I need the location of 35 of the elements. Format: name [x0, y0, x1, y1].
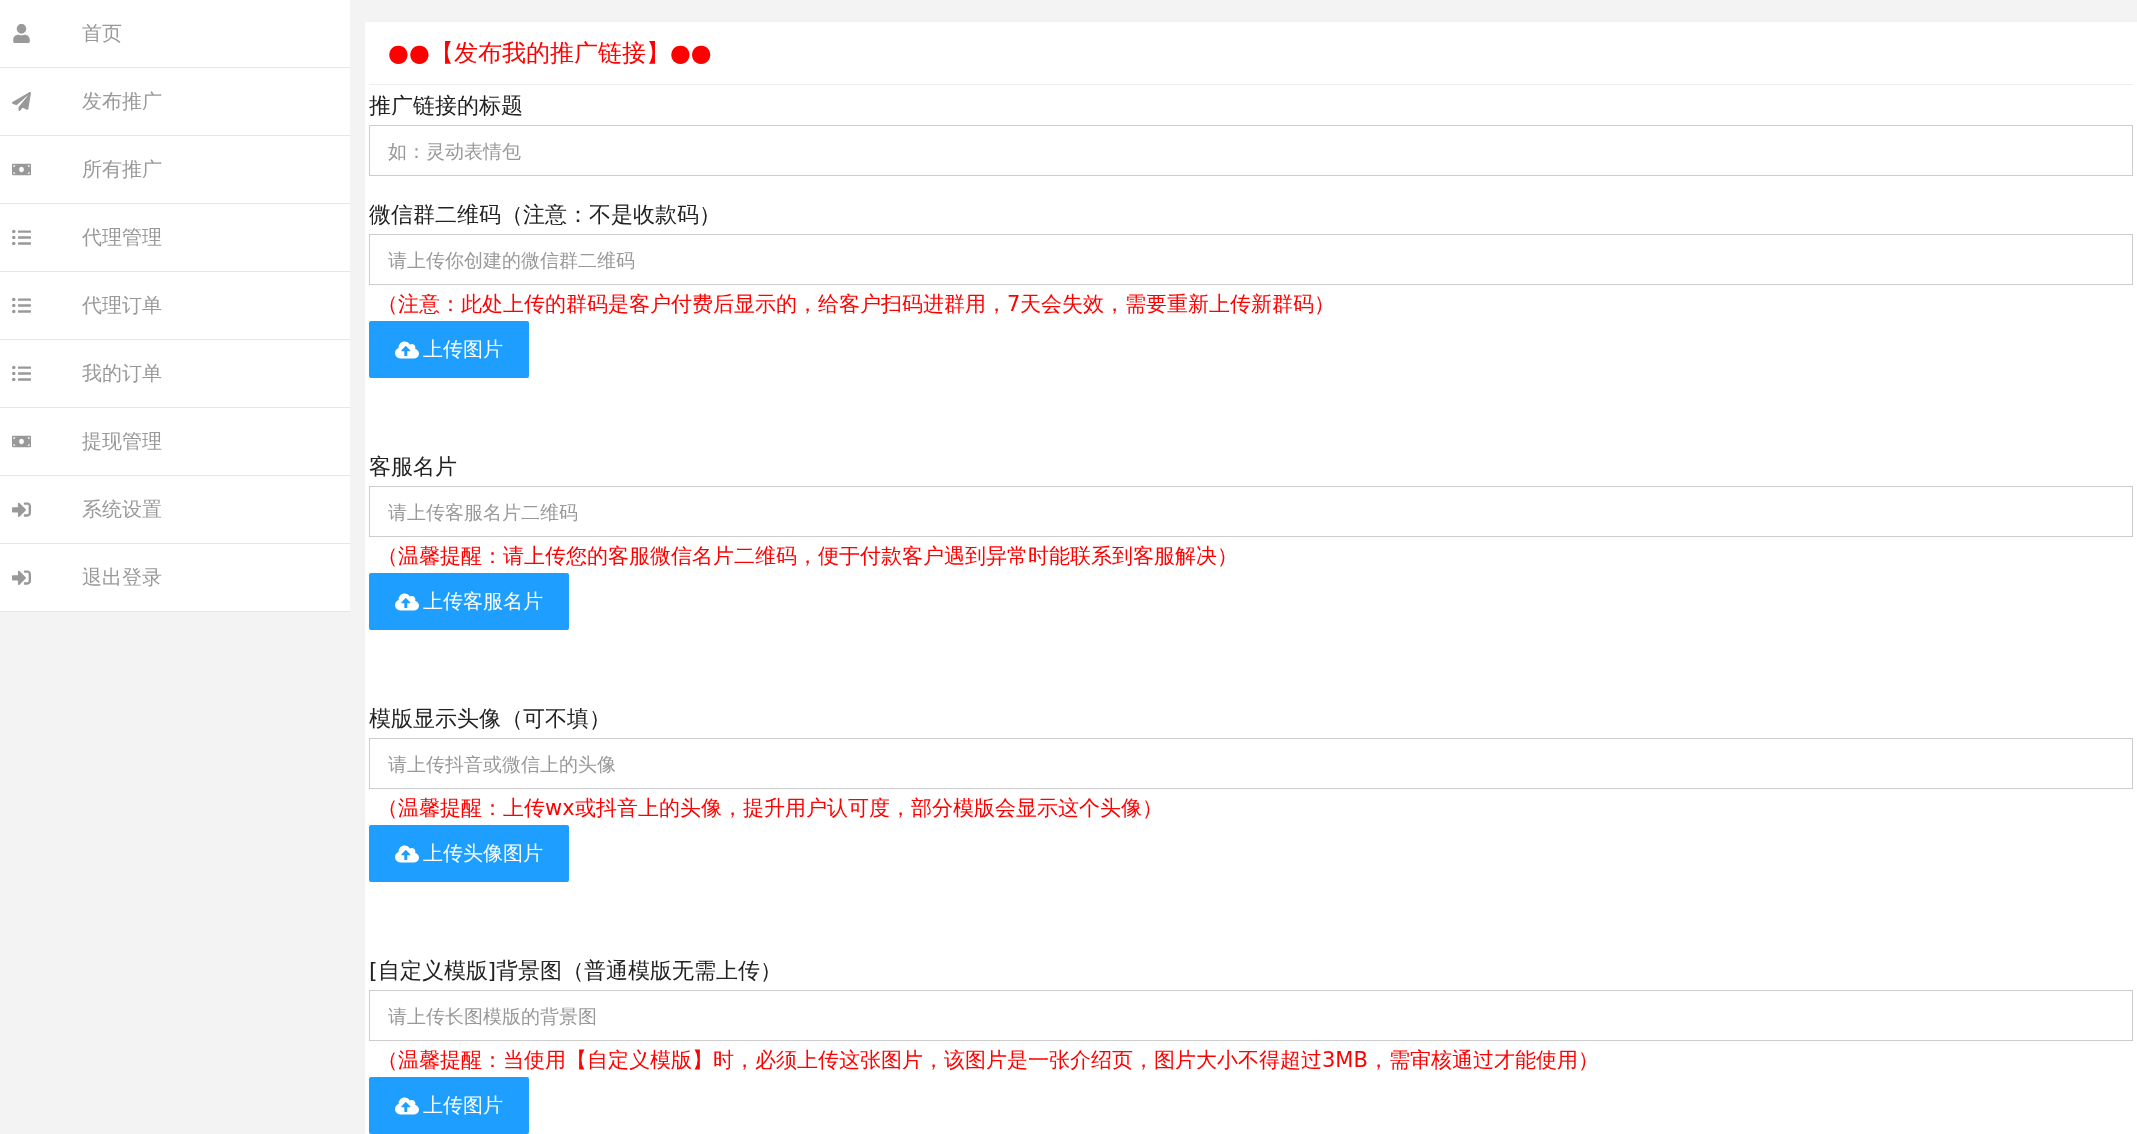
list-icon [12, 364, 31, 383]
field-label: [自定义模版]背景图（普通模版无需上传） [369, 957, 783, 985]
paper-plane-icon [12, 92, 31, 111]
field-label: 微信群二维码（注意：不是收款码） [369, 201, 721, 229]
input-field[interactable]: 如：灵动表情包 [369, 125, 2133, 176]
sidebar-item[interactable]: 我的订单 [0, 340, 350, 408]
sign-in-icon [12, 568, 31, 587]
sidebar-item[interactable]: 代理订单 [0, 272, 350, 340]
sign-in-icon [12, 500, 31, 519]
sidebar-item[interactable]: 首页 [0, 0, 350, 68]
sidebar-item[interactable]: 发布推广 [0, 68, 350, 136]
sidebar-item[interactable]: 提现管理 [0, 408, 350, 476]
warning-note: （温馨提醒：请上传您的客服微信名片二维码，便于付款客户遇到异常时能联系到客服解决） [377, 543, 1238, 570]
upload-button[interactable]: 上传图片 [369, 1077, 529, 1134]
upload-button[interactable]: 上传客服名片 [369, 573, 569, 630]
warning-note: （温馨提醒：当使用【自定义模版】时，必须上传这张图片，该图片是一张介绍页，图片大小不得超过3MB，需审核通过才能使用） [377, 1047, 1599, 1074]
sidebar-item[interactable]: 退出登录 [0, 544, 350, 612]
upload-button[interactable]: 上传图片 [369, 321, 529, 378]
input-field[interactable]: 请上传客服名片二维码 [369, 486, 2133, 537]
sidebar-item[interactable]: 所有推广 [0, 136, 350, 204]
input-field[interactable]: 请上传你创建的微信群二维码 [369, 234, 2133, 285]
warning-note: （温馨提醒：上传wx或抖音上的头像，提升用户认可度，部分模版会显示这个头像） [377, 795, 1163, 822]
user-icon [12, 24, 31, 43]
list-icon [12, 228, 31, 247]
list-icon [12, 296, 31, 315]
field-label: 模版显示头像（可不填） [369, 705, 611, 733]
field-label: 推广链接的标题 [369, 92, 523, 120]
sidebar-item[interactable]: 系统设置 [0, 476, 350, 544]
form-title: ●●【发布我的推广链接】●● [388, 38, 712, 69]
input-field[interactable]: 请上传长图模版的背景图 [369, 990, 2133, 1041]
field-label: 客服名片 [369, 453, 457, 481]
input-field[interactable]: 请上传抖音或微信上的头像 [369, 738, 2133, 789]
upload-button[interactable]: 上传头像图片 [369, 825, 569, 882]
warning-note: （注意：此处上传的群码是客户付费后显示的，给客户扫码进群用，7天会失效，需要重新上传新群码） [377, 291, 1336, 318]
sidebar-item[interactable]: 代理管理 [0, 204, 350, 272]
